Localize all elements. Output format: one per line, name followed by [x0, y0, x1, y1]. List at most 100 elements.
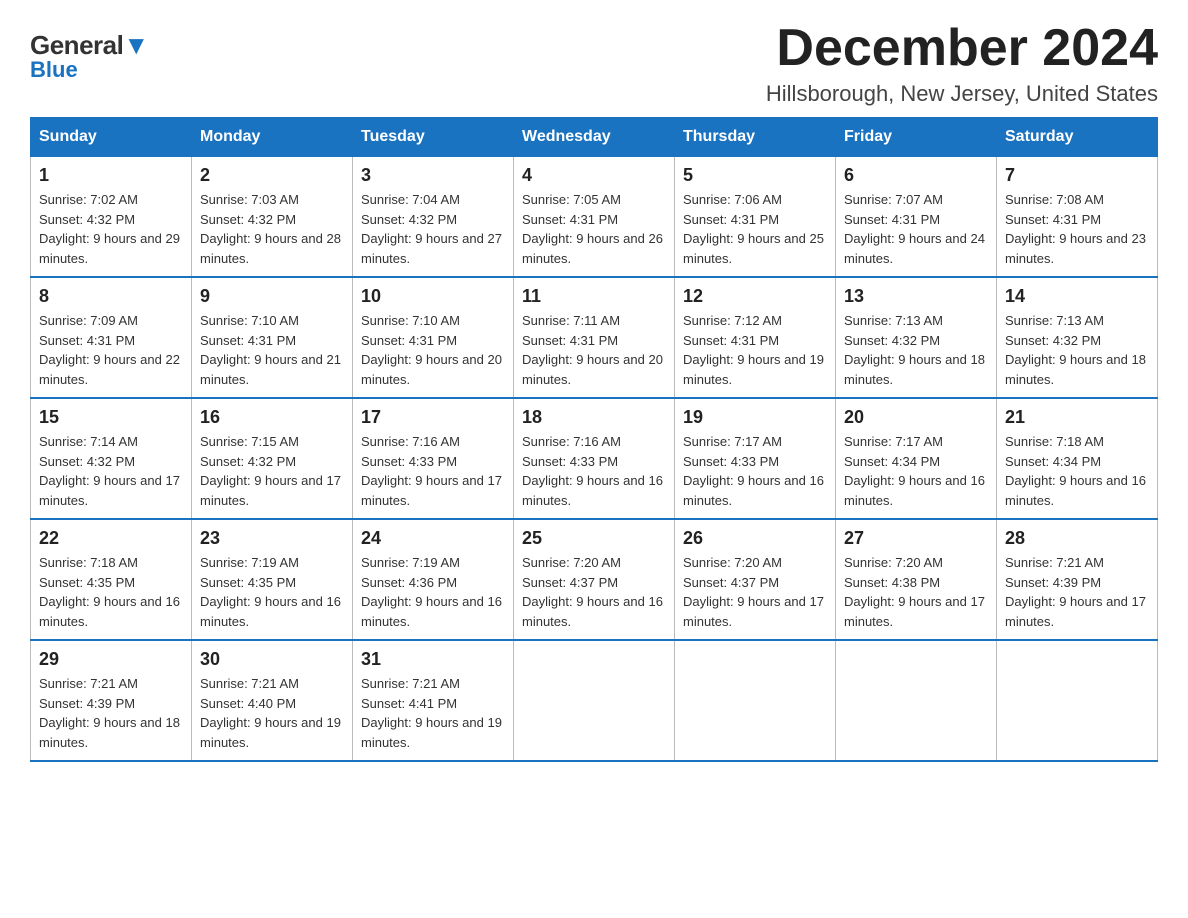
- day-number: 22: [39, 528, 183, 549]
- col-friday: Friday: [836, 118, 997, 157]
- table-row: 7 Sunrise: 7:08 AM Sunset: 4:31 PM Dayli…: [997, 157, 1158, 278]
- day-number: 26: [683, 528, 827, 549]
- day-number: 21: [1005, 407, 1149, 428]
- day-info: Sunrise: 7:09 AM Sunset: 4:31 PM Dayligh…: [39, 311, 183, 389]
- day-info: Sunrise: 7:04 AM Sunset: 4:32 PM Dayligh…: [361, 190, 505, 268]
- day-info: Sunrise: 7:21 AM Sunset: 4:41 PM Dayligh…: [361, 674, 505, 752]
- table-row: 29 Sunrise: 7:21 AM Sunset: 4:39 PM Dayl…: [31, 640, 192, 761]
- table-row: 26 Sunrise: 7:20 AM Sunset: 4:37 PM Dayl…: [675, 519, 836, 640]
- day-info: Sunrise: 7:18 AM Sunset: 4:34 PM Dayligh…: [1005, 432, 1149, 510]
- day-number: 3: [361, 165, 505, 186]
- day-info: Sunrise: 7:11 AM Sunset: 4:31 PM Dayligh…: [522, 311, 666, 389]
- day-number: 20: [844, 407, 988, 428]
- day-number: 16: [200, 407, 344, 428]
- logo-arrow-icon: ▼: [123, 30, 148, 60]
- calendar-table: Sunday Monday Tuesday Wednesday Thursday…: [30, 117, 1158, 762]
- calendar-week-row: 15 Sunrise: 7:14 AM Sunset: 4:32 PM Dayl…: [31, 398, 1158, 519]
- day-number: 28: [1005, 528, 1149, 549]
- day-info: Sunrise: 7:06 AM Sunset: 4:31 PM Dayligh…: [683, 190, 827, 268]
- calendar-week-row: 1 Sunrise: 7:02 AM Sunset: 4:32 PM Dayli…: [31, 157, 1158, 278]
- col-sunday: Sunday: [31, 118, 192, 157]
- day-number: 15: [39, 407, 183, 428]
- page-header: General▼ Blue December 2024 Hillsborough…: [30, 20, 1158, 107]
- day-info: Sunrise: 7:17 AM Sunset: 4:34 PM Dayligh…: [844, 432, 988, 510]
- table-row: 27 Sunrise: 7:20 AM Sunset: 4:38 PM Dayl…: [836, 519, 997, 640]
- day-info: Sunrise: 7:20 AM Sunset: 4:37 PM Dayligh…: [522, 553, 666, 631]
- col-tuesday: Tuesday: [353, 118, 514, 157]
- table-row: 20 Sunrise: 7:17 AM Sunset: 4:34 PM Dayl…: [836, 398, 997, 519]
- table-row: 21 Sunrise: 7:18 AM Sunset: 4:34 PM Dayl…: [997, 398, 1158, 519]
- day-number: 7: [1005, 165, 1149, 186]
- col-thursday: Thursday: [675, 118, 836, 157]
- day-info: Sunrise: 7:21 AM Sunset: 4:40 PM Dayligh…: [200, 674, 344, 752]
- calendar-header-row: Sunday Monday Tuesday Wednesday Thursday…: [31, 118, 1158, 157]
- calendar-week-row: 8 Sunrise: 7:09 AM Sunset: 4:31 PM Dayli…: [31, 277, 1158, 398]
- col-saturday: Saturday: [997, 118, 1158, 157]
- day-info: Sunrise: 7:08 AM Sunset: 4:31 PM Dayligh…: [1005, 190, 1149, 268]
- day-info: Sunrise: 7:20 AM Sunset: 4:38 PM Dayligh…: [844, 553, 988, 631]
- table-row: 14 Sunrise: 7:13 AM Sunset: 4:32 PM Dayl…: [997, 277, 1158, 398]
- day-number: 11: [522, 286, 666, 307]
- table-row: 10 Sunrise: 7:10 AM Sunset: 4:31 PM Dayl…: [353, 277, 514, 398]
- day-number: 17: [361, 407, 505, 428]
- day-number: 2: [200, 165, 344, 186]
- day-info: Sunrise: 7:02 AM Sunset: 4:32 PM Dayligh…: [39, 190, 183, 268]
- table-row: 13 Sunrise: 7:13 AM Sunset: 4:32 PM Dayl…: [836, 277, 997, 398]
- day-number: 14: [1005, 286, 1149, 307]
- day-number: 13: [844, 286, 988, 307]
- table-row: 16 Sunrise: 7:15 AM Sunset: 4:32 PM Dayl…: [192, 398, 353, 519]
- table-row: 23 Sunrise: 7:19 AM Sunset: 4:35 PM Dayl…: [192, 519, 353, 640]
- day-number: 25: [522, 528, 666, 549]
- table-row: 6 Sunrise: 7:07 AM Sunset: 4:31 PM Dayli…: [836, 157, 997, 278]
- day-info: Sunrise: 7:14 AM Sunset: 4:32 PM Dayligh…: [39, 432, 183, 510]
- day-info: Sunrise: 7:21 AM Sunset: 4:39 PM Dayligh…: [1005, 553, 1149, 631]
- day-info: Sunrise: 7:20 AM Sunset: 4:37 PM Dayligh…: [683, 553, 827, 631]
- table-row: [514, 640, 675, 761]
- day-number: 30: [200, 649, 344, 670]
- table-row: 17 Sunrise: 7:16 AM Sunset: 4:33 PM Dayl…: [353, 398, 514, 519]
- day-info: Sunrise: 7:10 AM Sunset: 4:31 PM Dayligh…: [200, 311, 344, 389]
- calendar-week-row: 29 Sunrise: 7:21 AM Sunset: 4:39 PM Dayl…: [31, 640, 1158, 761]
- title-area: December 2024 Hillsborough, New Jersey, …: [766, 20, 1158, 107]
- table-row: 2 Sunrise: 7:03 AM Sunset: 4:32 PM Dayli…: [192, 157, 353, 278]
- table-row: [997, 640, 1158, 761]
- day-number: 24: [361, 528, 505, 549]
- logo: General▼ Blue: [30, 30, 149, 83]
- day-number: 19: [683, 407, 827, 428]
- day-info: Sunrise: 7:19 AM Sunset: 4:36 PM Dayligh…: [361, 553, 505, 631]
- col-monday: Monday: [192, 118, 353, 157]
- calendar-week-row: 22 Sunrise: 7:18 AM Sunset: 4:35 PM Dayl…: [31, 519, 1158, 640]
- day-info: Sunrise: 7:21 AM Sunset: 4:39 PM Dayligh…: [39, 674, 183, 752]
- day-number: 12: [683, 286, 827, 307]
- day-number: 31: [361, 649, 505, 670]
- day-info: Sunrise: 7:19 AM Sunset: 4:35 PM Dayligh…: [200, 553, 344, 631]
- day-number: 23: [200, 528, 344, 549]
- day-number: 1: [39, 165, 183, 186]
- day-info: Sunrise: 7:17 AM Sunset: 4:33 PM Dayligh…: [683, 432, 827, 510]
- day-info: Sunrise: 7:03 AM Sunset: 4:32 PM Dayligh…: [200, 190, 344, 268]
- day-info: Sunrise: 7:15 AM Sunset: 4:32 PM Dayligh…: [200, 432, 344, 510]
- table-row: 30 Sunrise: 7:21 AM Sunset: 4:40 PM Dayl…: [192, 640, 353, 761]
- table-row: 4 Sunrise: 7:05 AM Sunset: 4:31 PM Dayli…: [514, 157, 675, 278]
- day-number: 27: [844, 528, 988, 549]
- day-number: 18: [522, 407, 666, 428]
- table-row: 3 Sunrise: 7:04 AM Sunset: 4:32 PM Dayli…: [353, 157, 514, 278]
- day-number: 4: [522, 165, 666, 186]
- day-info: Sunrise: 7:05 AM Sunset: 4:31 PM Dayligh…: [522, 190, 666, 268]
- day-number: 8: [39, 286, 183, 307]
- table-row: 31 Sunrise: 7:21 AM Sunset: 4:41 PM Dayl…: [353, 640, 514, 761]
- day-number: 9: [200, 286, 344, 307]
- table-row: 8 Sunrise: 7:09 AM Sunset: 4:31 PM Dayli…: [31, 277, 192, 398]
- table-row: 18 Sunrise: 7:16 AM Sunset: 4:33 PM Dayl…: [514, 398, 675, 519]
- day-info: Sunrise: 7:07 AM Sunset: 4:31 PM Dayligh…: [844, 190, 988, 268]
- logo-blue-text: Blue: [30, 57, 78, 83]
- table-row: 12 Sunrise: 7:12 AM Sunset: 4:31 PM Dayl…: [675, 277, 836, 398]
- day-info: Sunrise: 7:13 AM Sunset: 4:32 PM Dayligh…: [1005, 311, 1149, 389]
- day-info: Sunrise: 7:10 AM Sunset: 4:31 PM Dayligh…: [361, 311, 505, 389]
- table-row: 11 Sunrise: 7:11 AM Sunset: 4:31 PM Dayl…: [514, 277, 675, 398]
- table-row: 15 Sunrise: 7:14 AM Sunset: 4:32 PM Dayl…: [31, 398, 192, 519]
- table-row: 28 Sunrise: 7:21 AM Sunset: 4:39 PM Dayl…: [997, 519, 1158, 640]
- table-row: 24 Sunrise: 7:19 AM Sunset: 4:36 PM Dayl…: [353, 519, 514, 640]
- col-wednesday: Wednesday: [514, 118, 675, 157]
- table-row: 5 Sunrise: 7:06 AM Sunset: 4:31 PM Dayli…: [675, 157, 836, 278]
